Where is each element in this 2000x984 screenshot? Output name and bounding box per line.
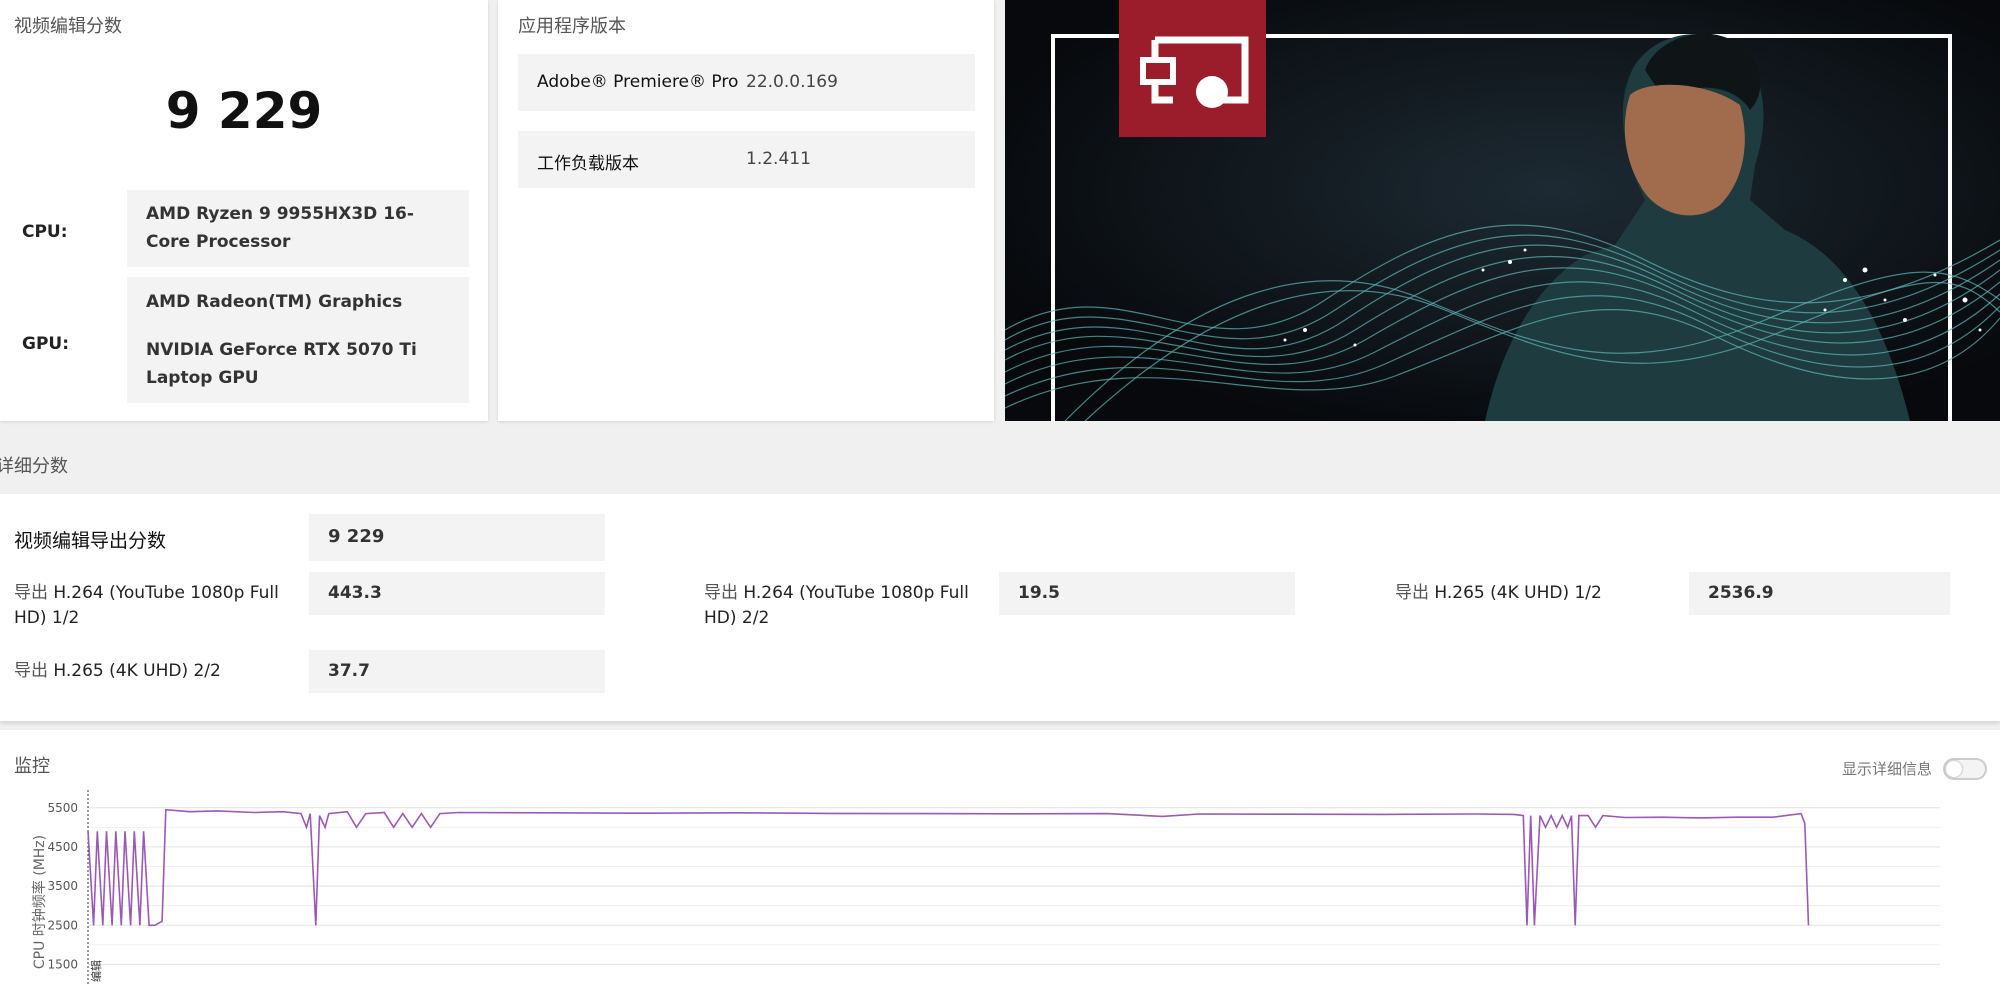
chart-grid [88,807,1940,965]
version-row-label: 工作负载版本 [537,154,639,174]
detail-item-value: 443.3 [328,583,382,603]
detail-item-value-box: 2536.9 [1689,572,1950,615]
detail-item-label: 导出 H.264 (YouTube 1080p Full HD) 1/2 [14,583,279,628]
version-row-label: Adobe® Premiere® Pro [537,72,739,92]
gpu-value-2: NVIDIA GeForce RTX 5070 Ti Laptop GPU [146,340,417,388]
detail-item-label: 导出 H.264 (YouTube 1080p Full HD) 2/2 [704,583,969,628]
detail-item-value: 37.7 [328,661,370,681]
detail-item-value-box: 19.5 [999,572,1295,615]
hero-image [1005,0,2000,421]
detail-main-value: 9 229 [328,526,385,547]
y-tick-label: 2500 [47,918,78,932]
version-row-value: 22.0.0.169 [746,72,838,92]
monitor-card: 监控 显示详细信息 1500 2500 3500 4500 5500 CPU 时钟频率 … [0,730,2000,984]
cpu-clock-chart: 1500 2500 3500 4500 5500 CPU 时钟频率 (MHz) 编辑 [31,790,1940,984]
hero-illustration [1005,0,2000,421]
y-tick-label: 3500 [47,879,78,893]
detail-card: 视频编辑导出分数 9 229 导出 H.264 (YouTube 1080p F… [0,494,2000,721]
cpu-value-box: AMD Ryzen 9 9955HX3D 16-Core Processor [127,190,469,267]
detail-item-value: 19.5 [1018,583,1060,603]
detail-item-value-box: 443.3 [309,572,605,615]
version-row: Adobe® Premiere® Pro 22.0.0.169 [518,54,975,111]
version-card: 应用程序版本 Adobe® Premiere® Pro 22.0.0.169 工… [498,0,994,421]
detail-item-label: 导出 H.265 (4K UHD) 2/2 [14,661,221,681]
gpu-value-1: AMD Radeon(TM) Graphics [146,292,403,312]
detail-section-title: 详细分数 [0,456,68,477]
version-card-title: 应用程序版本 [518,16,626,37]
score-card: 视频编辑分数 9 229 CPU: AMD Ryzen 9 9955HX3D 1… [0,0,488,421]
cpu-label: CPU: [22,222,68,242]
detail-item-value: 2536.9 [1708,583,1774,603]
y-tick-label: 1500 [47,957,78,971]
cpu-value: AMD Ryzen 9 9955HX3D 16-Core Processor [146,204,414,252]
detail-main-label: 视频编辑导出分数 [14,530,167,552]
marker-label: 编辑 [89,960,103,982]
version-row: 工作负载版本 1.2.411 [518,131,975,188]
version-row-value: 1.2.411 [746,149,811,169]
y-tick-label: 4500 [47,840,78,854]
gpu-label: GPU: [22,334,70,354]
gpu-value-box: AMD Radeon(TM) Graphics NVIDIA GeForce R… [127,277,469,403]
detail-main-value-box: 9 229 [309,514,605,561]
score-card-title: 视频编辑分数 [14,16,122,37]
total-score: 9 229 [165,82,323,140]
detail-item-value-box: 37.7 [309,650,605,693]
y-axis-ticks: 1500 2500 3500 4500 5500 [47,801,78,972]
premiere-logo-tile [1119,0,1266,137]
detail-item-label: 导出 H.265 (4K UHD) 1/2 [1395,583,1602,603]
y-axis-label: CPU 时钟频率 (MHz) [31,835,48,969]
y-tick-label: 5500 [47,801,78,815]
